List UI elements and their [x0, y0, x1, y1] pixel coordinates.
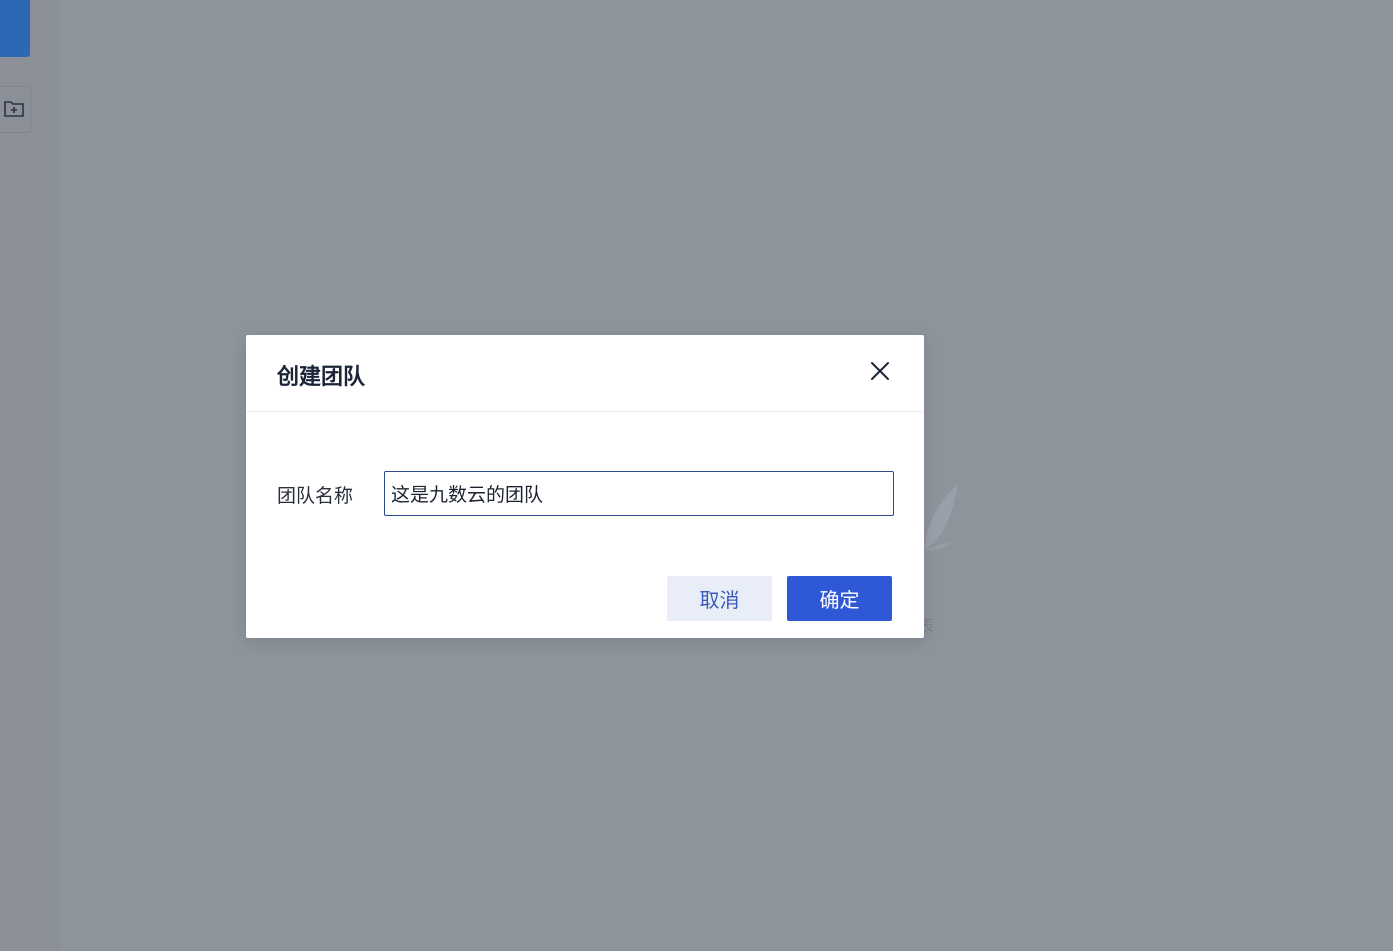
confirm-button[interactable]: 确定 [787, 576, 892, 621]
dialog-header: 创建团队 [246, 335, 924, 412]
create-team-dialog: 创建团队 团队名称 取消 确定 [246, 335, 924, 638]
team-name-label: 团队名称 [277, 485, 354, 507]
sidebar [0, 0, 60, 951]
close-icon [869, 360, 891, 386]
cancel-button[interactable]: 取消 [667, 576, 772, 621]
close-button[interactable] [866, 359, 894, 387]
team-name-input[interactable] [384, 471, 894, 516]
sidebar-active-item[interactable] [0, 0, 30, 57]
app-root: 表 创建团队 团队名称 取消 确定 [0, 0, 1393, 951]
folder-add-icon [3, 98, 25, 122]
add-folder-button[interactable] [0, 86, 31, 133]
dialog-title: 创建团队 [277, 365, 366, 390]
